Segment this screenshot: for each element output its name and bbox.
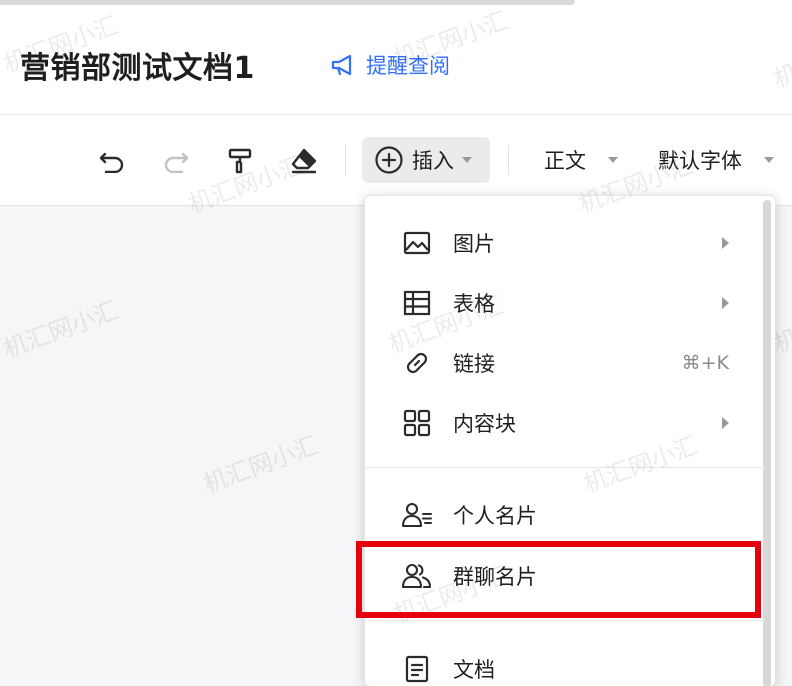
- insert-menu: 图片 表格 链接 ⌘+K 内容块 个人名片 群聊名片 文档: [364, 195, 776, 686]
- clear-format-button[interactable]: [286, 143, 322, 179]
- insert-label: 插入: [412, 149, 454, 173]
- menu-item-document[interactable]: 文档: [365, 641, 755, 686]
- content-block-icon: [401, 407, 433, 439]
- menu-scrollbar[interactable]: [763, 200, 771, 686]
- undo-icon: [98, 149, 126, 173]
- menu-item-content-block[interactable]: 内容块: [365, 395, 755, 451]
- remind-read-label: 提醒查阅: [366, 54, 450, 78]
- personal-card-icon: [401, 499, 433, 531]
- format-painter-icon: [226, 147, 254, 175]
- menu-item-label: 表格: [453, 292, 495, 316]
- image-icon: [401, 227, 433, 259]
- chevron-right-icon: [722, 297, 729, 309]
- page-title[interactable]: 营销部测试文档1: [20, 43, 255, 87]
- group-card-icon: [401, 560, 433, 592]
- chevron-right-icon: [722, 237, 729, 249]
- menu-item-table[interactable]: 表格: [365, 275, 755, 331]
- shortcut-hint: ⌘+K: [681, 352, 729, 374]
- menu-item-personal-card[interactable]: 个人名片: [365, 487, 755, 543]
- link-icon: [401, 347, 433, 379]
- text-style-select[interactable]: 正文: [544, 145, 618, 175]
- chevron-down-icon: [608, 157, 618, 163]
- remind-read-link[interactable]: 提醒查阅: [330, 51, 450, 79]
- document-header: 营销部测试文档1 提醒查阅: [0, 5, 792, 113]
- menu-item-label: 链接: [453, 352, 495, 376]
- chevron-down-icon: [764, 157, 774, 163]
- font-family-select[interactable]: 默认字体: [658, 145, 774, 175]
- menu-item-label: 个人名片: [453, 504, 537, 528]
- menu-item-label: 图片: [453, 232, 495, 256]
- format-painter-button[interactable]: [222, 143, 258, 179]
- chevron-right-icon: [722, 417, 729, 429]
- insert-button[interactable]: 插入: [362, 137, 490, 183]
- menu-item-link[interactable]: 链接 ⌘+K: [365, 335, 755, 391]
- undo-button[interactable]: [94, 143, 130, 179]
- menu-divider: [365, 467, 765, 468]
- font-family-label: 默认字体: [658, 149, 742, 173]
- menu-divider: [365, 620, 765, 621]
- menu-item-label: 群聊名片: [453, 565, 537, 589]
- text-style-label: 正文: [544, 149, 586, 173]
- menu-item-label: 文档: [453, 658, 495, 682]
- redo-icon: [162, 149, 190, 173]
- menu-item-group-card[interactable]: 群聊名片: [365, 548, 755, 604]
- table-icon: [401, 287, 433, 319]
- redo-button[interactable]: [158, 143, 194, 179]
- toolbar-separator: [508, 145, 509, 175]
- document-icon: [401, 653, 433, 685]
- megaphone-icon: [330, 52, 358, 78]
- plus-circle-icon: [374, 145, 404, 175]
- menu-item-image[interactable]: 图片: [365, 215, 755, 271]
- eraser-icon: [289, 147, 319, 175]
- editor-toolbar: 插入 正文 默认字体: [0, 115, 792, 205]
- toolbar-separator: [345, 145, 346, 175]
- chevron-down-icon: [462, 157, 472, 163]
- menu-item-label: 内容块: [453, 412, 516, 436]
